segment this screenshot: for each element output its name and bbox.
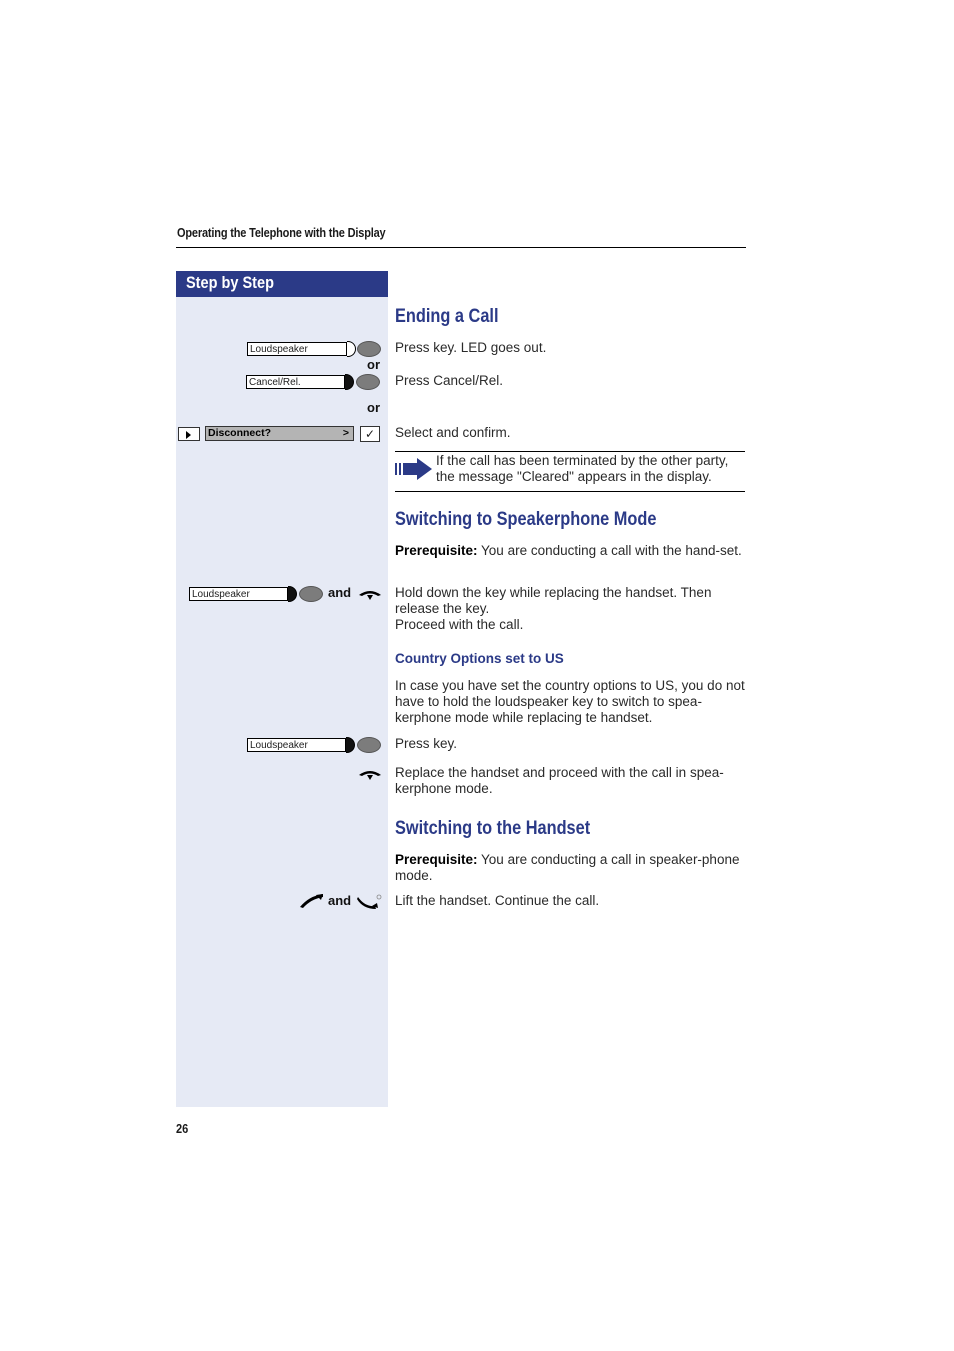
cancel-rel-key-label: Cancel/Rel. [246, 375, 345, 389]
step-text: Select and confirm. [395, 425, 511, 440]
heading-ending-a-call: Ending a Call [395, 306, 499, 327]
step-by-step-column [176, 297, 388, 1107]
display-menu-item: Disconnect? > [205, 426, 354, 441]
us-info-text: In case you have set the country options… [395, 678, 745, 725]
header-rule [176, 247, 746, 248]
step-text: Hold down the key while replacing the ha… [395, 585, 712, 616]
prerequisite-label: Prerequisite: [395, 543, 478, 558]
step-text: Lift the handset. Continue the call. [395, 893, 600, 908]
cancel-rel-key-button[interactable] [356, 374, 380, 390]
display-arrow: > [342, 427, 349, 439]
or-label: or [367, 400, 380, 415]
step-by-step-label: Step by Step [186, 274, 274, 292]
prerequisite-text: Prerequisite: You are conducting a call … [395, 852, 740, 883]
loudspeaker-key-button[interactable] [357, 737, 381, 753]
heading-speakerphone-mode: Switching to Speakerphone Mode [395, 509, 657, 530]
prerequisite-label: Prerequisite: [395, 852, 478, 867]
step-text: Press key. [395, 736, 458, 751]
or-label: or [367, 357, 380, 372]
step-text: Replace the handset and proceed with the… [395, 765, 724, 796]
step-text: Press Cancel/Rel. [395, 373, 504, 388]
loudspeaker-key-button[interactable] [357, 341, 381, 357]
note-rule-bottom [395, 491, 745, 492]
heading-switching-to-handset: Switching to the Handset [395, 818, 591, 839]
step-text: Proceed with the call. [395, 617, 524, 632]
step-by-step-header: Step by Step [176, 271, 388, 297]
and-label: and [328, 585, 352, 600]
and-label: and [328, 893, 352, 908]
handset-on-hook-icon [358, 588, 382, 607]
triangle-right-icon [186, 431, 191, 439]
check-icon: ✓ [364, 427, 376, 441]
step-text: Press key. LED goes out. [395, 340, 547, 355]
handset-off-hook-icon [299, 893, 325, 914]
handset-on-hook-icon [358, 768, 382, 787]
prerequisite-text: Prerequisite: You are conducting a call … [395, 543, 742, 558]
handset-speaker-icon [357, 894, 383, 915]
loudspeaker-key-button[interactable] [299, 586, 323, 602]
note-rule-top [395, 451, 745, 452]
note-text: If the call has been terminated by the o… [436, 453, 729, 484]
running-head: Operating the Telephone with the Display [177, 226, 386, 240]
confirm-check-button[interactable]: ✓ [360, 426, 380, 442]
arrow-right-icon [395, 457, 433, 486]
loudspeaker-key-label: Loudspeaker [247, 738, 346, 752]
navigate-right-button[interactable] [178, 427, 200, 441]
loudspeaker-key-label: Loudspeaker [247, 342, 347, 356]
page-number: 26 [176, 1122, 189, 1136]
subheading-country-options: Country Options set to US [395, 651, 564, 666]
loudspeaker-key-label: Loudspeaker [189, 587, 288, 601]
display-option-text[interactable]: Disconnect? [208, 427, 271, 439]
